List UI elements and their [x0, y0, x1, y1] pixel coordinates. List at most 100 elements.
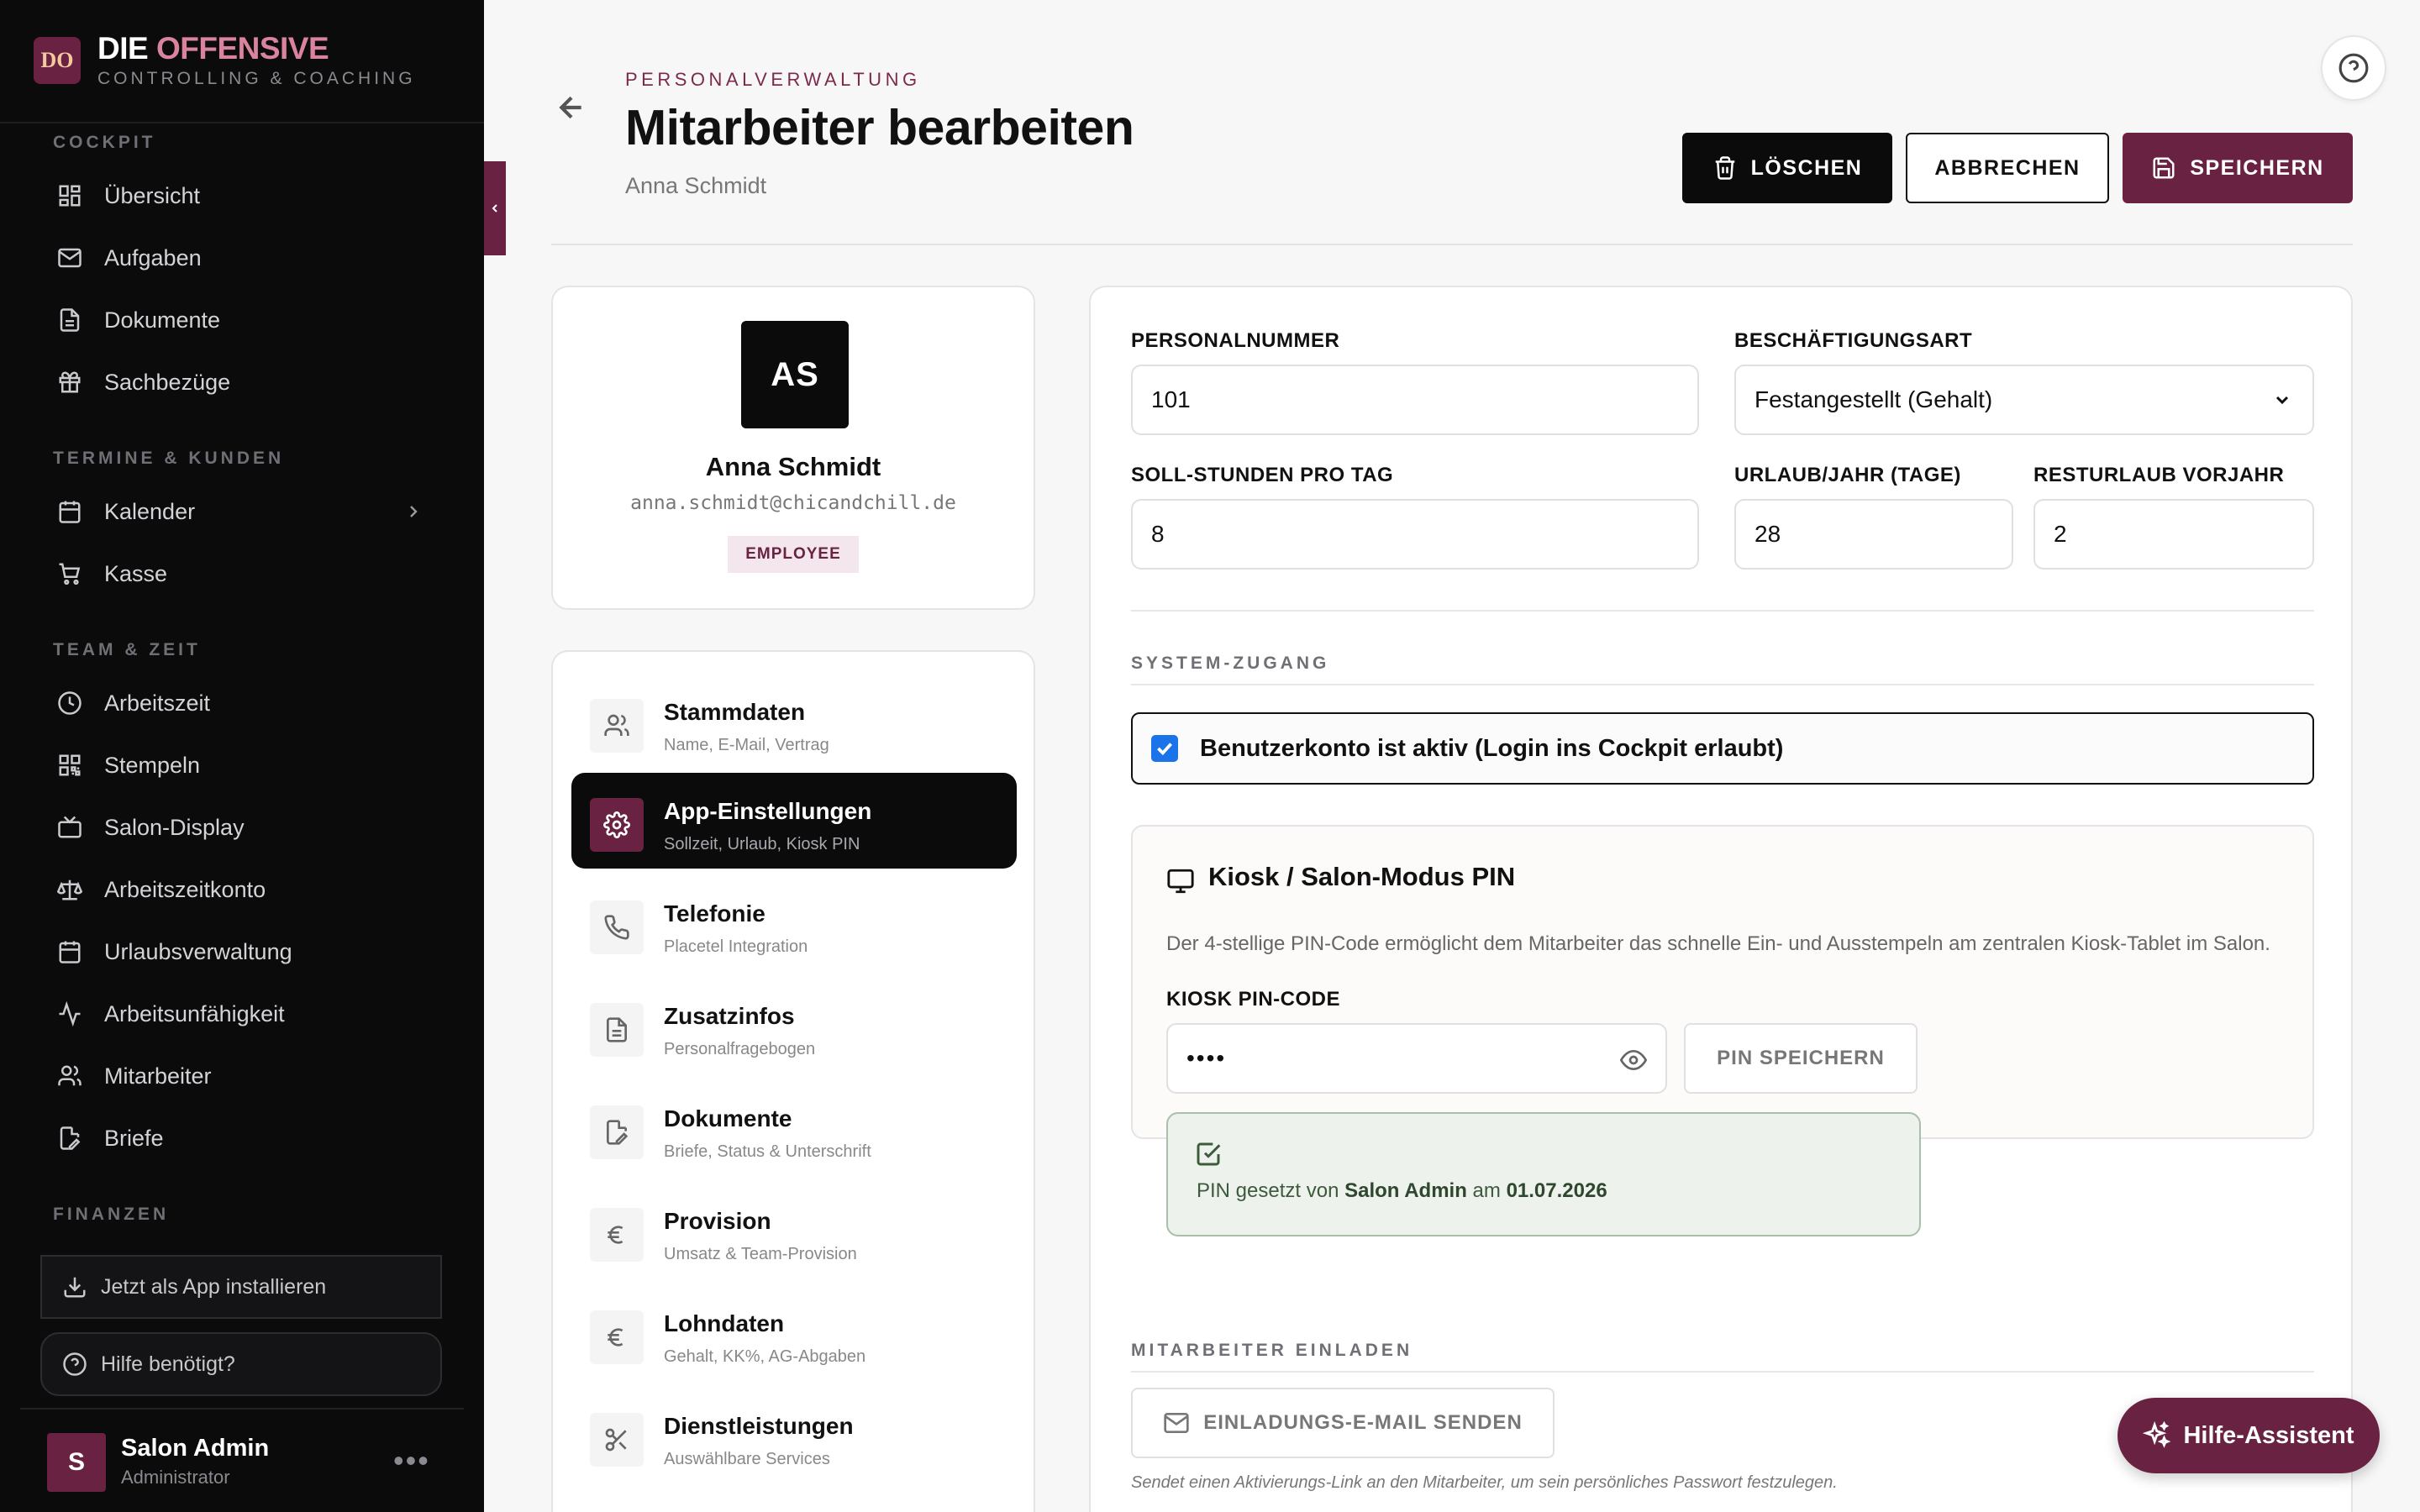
activity-icon	[55, 1000, 84, 1028]
sparkles-icon	[2143, 1421, 2171, 1448]
user-role: Administrator	[121, 1467, 230, 1488]
nav-section-termine: TERMINE & KUNDEN	[53, 449, 285, 468]
sidebar-item-arbeitsunfaehigkeit[interactable]: Arbeitsunfähigkeit	[40, 989, 444, 1039]
sidebar-item-label: Kalender	[104, 498, 196, 524]
tv-icon	[55, 813, 84, 842]
beschaeftigungsart-label: BESCHÄFTIGUNGSART	[1734, 329, 1973, 352]
divider	[1131, 610, 2314, 612]
nav-section-cockpit: COCKPIT	[53, 133, 156, 152]
tab-telefonie[interactable]: Telefonie Placetel Integration	[571, 875, 1017, 971]
nav-section-finanzen: FINANZEN	[53, 1205, 170, 1224]
sidebar-item-arbeitszeitkonto[interactable]: Arbeitszeitkonto	[40, 864, 444, 915]
phone-icon	[590, 900, 644, 954]
tab-dokumente[interactable]: Dokumente Briefe, Status & Unterschrift	[571, 1080, 1017, 1176]
section-system-zugang: SYSTEM-ZUGANG	[1131, 654, 1330, 673]
gift-icon	[55, 368, 84, 396]
divider	[0, 122, 484, 123]
qr-icon	[55, 751, 84, 780]
pin-status-text: PIN gesetzt von Salon Admin am 01.07.202…	[1197, 1179, 1607, 1202]
sidebar-item-label: Dokumente	[104, 307, 221, 333]
tab-provision[interactable]: Provision Umsatz & Team-Provision	[571, 1183, 1017, 1278]
chevron-down-icon	[2275, 396, 2289, 405]
sidebar-item-mitarbeiter[interactable]: Mitarbeiter	[40, 1051, 444, 1101]
kiosk-title: Kiosk / Salon-Modus PIN	[1208, 862, 1516, 891]
cart-icon	[55, 559, 84, 588]
sidebar-item-stempeln[interactable]: Stempeln	[40, 740, 444, 790]
tab-zusatzinfos[interactable]: Zusatzinfos Personalfragebogen	[571, 978, 1017, 1074]
role-badge: EMPLOYEE	[728, 536, 859, 573]
personalnummer-input[interactable]: 101	[1131, 365, 1699, 435]
check-square-icon	[1195, 1141, 1222, 1168]
invite-note: Sendet einen Aktivierungs-Link an den Mi…	[1131, 1473, 1838, 1492]
sidebar-item-label: Übersicht	[104, 182, 201, 208]
brand-title: DIE OFFENSIVE	[97, 31, 329, 66]
sidebar-item-urlaubsverwaltung[interactable]: Urlaubsverwaltung	[40, 927, 444, 977]
send-invite-button[interactable]: EINLADUNGS-E-MAIL SENDEN	[1131, 1388, 1555, 1458]
divider	[1131, 1371, 2314, 1373]
sidebar-item-aufgaben[interactable]: Aufgaben	[40, 233, 444, 283]
help-icon	[62, 1352, 87, 1377]
help-button[interactable]	[2321, 35, 2386, 101]
cancel-button[interactable]: ABBRECHEN	[1906, 133, 2109, 203]
help-needed-button[interactable]: Hilfe benötigt?	[40, 1332, 442, 1396]
sidebar-item-kalender[interactable]: Kalender	[40, 486, 444, 537]
kiosk-pin-input[interactable]: ••••	[1166, 1023, 1667, 1094]
app-settings-form: PERSONALNUMMER 101 BESCHÄFTIGUNGSART Fes…	[1089, 286, 2353, 1512]
avatar: S	[47, 1433, 106, 1492]
sidebar-item-label: Briefe	[104, 1125, 164, 1151]
sidebar-item-dokumente[interactable]: Dokumente	[40, 295, 444, 345]
edit-file-icon	[55, 1124, 84, 1152]
sidebar-item-salon-display[interactable]: Salon-Display	[40, 802, 444, 853]
sidebar-item-label: Arbeitszeitkonto	[104, 876, 266, 902]
divider	[1131, 684, 2314, 685]
resturlaub-input[interactable]: 2	[2033, 499, 2314, 570]
brand[interactable]: DO DIE OFFENSIVE CONTROLLING & COACHING	[34, 32, 416, 89]
clock-icon	[55, 689, 84, 717]
save-button[interactable]: SPEICHERN	[2123, 133, 2353, 203]
pin-status-notice: PIN gesetzt von Salon Admin am 01.07.202…	[1166, 1112, 1921, 1236]
soll-stunden-input[interactable]: 8	[1131, 499, 1699, 570]
mail-icon	[1164, 1413, 1189, 1433]
nav-section-team: TEAM & ZEIT	[53, 640, 201, 659]
urlaub-input[interactable]: 28	[1734, 499, 2013, 570]
back-button[interactable]	[555, 91, 588, 124]
delete-button[interactable]: LÖSCHEN	[1682, 133, 1892, 203]
help-assistant-button[interactable]: Hilfe-Assistent	[2118, 1398, 2380, 1473]
pin-save-button[interactable]: PIN SPEICHERN	[1684, 1023, 1918, 1094]
tab-app-einstellungen[interactable]: App-Einstellungen Sollzeit, Urlaub, Kios…	[571, 773, 1017, 869]
account-active-checkbox[interactable]	[1151, 735, 1178, 762]
sidebar-item-kasse[interactable]: Kasse	[40, 549, 444, 599]
user-profile-bar[interactable]: S Salon Admin Administrator •••	[20, 1408, 464, 1512]
sidebar: DO DIE OFFENSIVE CONTROLLING & COACHING …	[0, 0, 484, 1512]
divider	[551, 244, 2353, 245]
arrow-left-icon	[559, 96, 581, 119]
tab-dienstleistungen[interactable]: Dienstleistungen Auswählbare Services	[571, 1388, 1017, 1483]
beschaeftigungsart-select[interactable]: Festangestellt (Gehalt)	[1734, 365, 2314, 435]
dashboard-icon	[55, 181, 84, 210]
tab-lohndaten[interactable]: Lohndaten Gehalt, KK%, AG-Abgaben	[571, 1285, 1017, 1381]
sidebar-collapse-toggle[interactable]	[484, 161, 506, 255]
euro-icon	[590, 1310, 644, 1364]
profile-name: Anna Schmidt	[705, 452, 881, 481]
check-icon	[1157, 743, 1172, 756]
account-active-label: Benutzerkonto ist aktiv (Login ins Cockp…	[1200, 734, 1784, 762]
sidebar-item-arbeitszeit[interactable]: Arbeitszeit	[40, 678, 444, 728]
sidebar-item-label: Arbeitszeit	[104, 690, 211, 716]
sidebar-item-label: Arbeitsunfähigkeit	[104, 1000, 285, 1026]
soll-stunden-label: SOLL-STUNDEN PRO TAG	[1131, 464, 1394, 486]
personalnummer-label: PERSONALNUMMER	[1131, 329, 1340, 352]
more-options-icon[interactable]: •••	[393, 1443, 430, 1478]
account-active-toggle[interactable]: Benutzerkonto ist aktiv (Login ins Cockp…	[1131, 712, 2314, 785]
eye-icon[interactable]	[1619, 1047, 1648, 1074]
sidebar-item-uebersicht[interactable]: Übersicht	[40, 171, 444, 221]
sidebar-item-briefe[interactable]: Briefe	[40, 1113, 444, 1163]
sidebar-item-sachbezuege[interactable]: Sachbezüge	[40, 357, 444, 407]
sidebar-item-label: Kasse	[104, 560, 168, 586]
sidebar-item-label: Mitarbeiter	[104, 1063, 212, 1089]
scale-icon	[55, 875, 84, 904]
install-app-button[interactable]: Jetzt als App installieren	[40, 1255, 442, 1319]
users-icon	[590, 699, 644, 753]
chevron-left-icon	[492, 204, 497, 213]
tab-stammdaten[interactable]: Stammdaten Name, E-Mail, Vertrag	[571, 674, 1017, 769]
brand-logo: DO	[34, 37, 81, 84]
